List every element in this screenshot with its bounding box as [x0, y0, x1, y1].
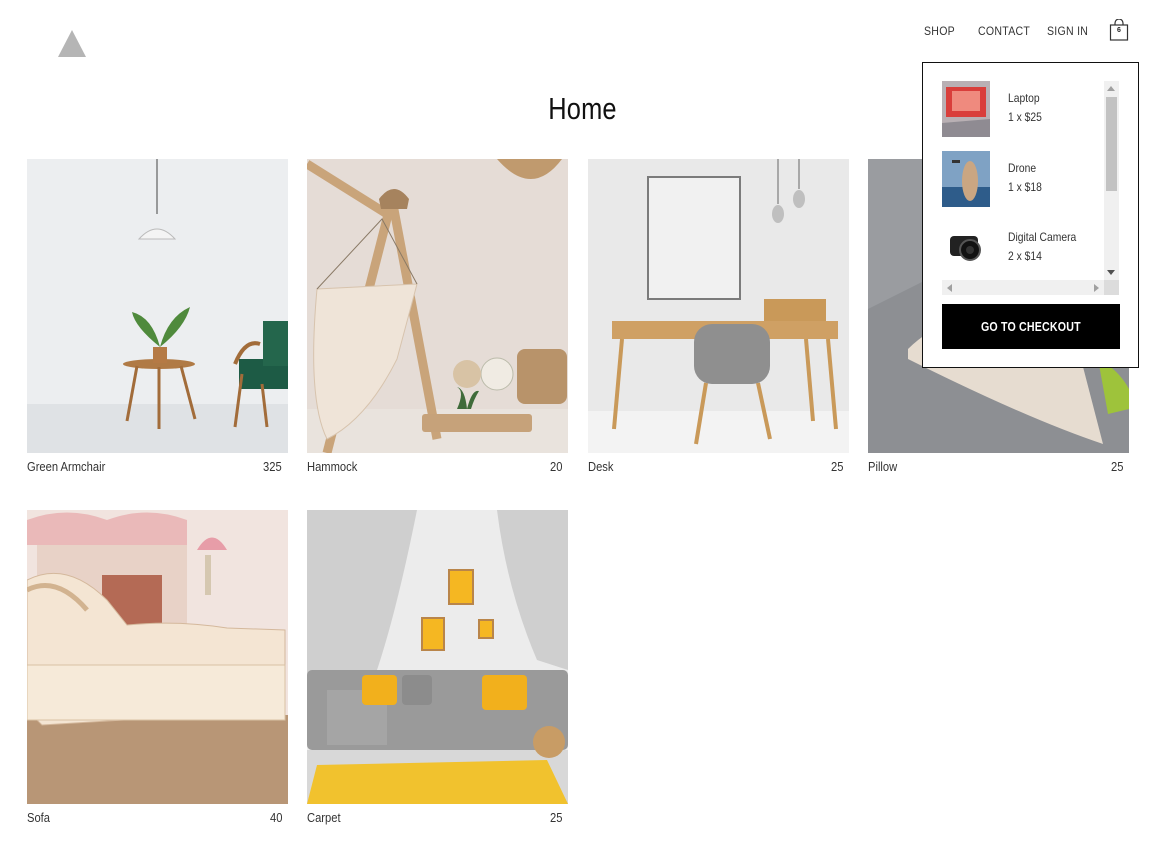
scrollbar-thumb[interactable] — [1106, 97, 1117, 191]
scrollbar-corner — [1104, 280, 1119, 295]
cart-item-name: Drone — [1008, 161, 1037, 175]
scroll-right-arrow-icon[interactable] — [1094, 284, 1099, 292]
scroll-left-arrow-icon[interactable] — [947, 284, 952, 292]
cart-item-quantity: 2 x $14 — [1008, 249, 1042, 263]
product-card[interactable]: Hammock 20 — [307, 159, 568, 479]
product-price: 25 — [1110, 459, 1123, 474]
product-image-carpet[interactable] — [307, 510, 568, 804]
product-image-desk[interactable] — [588, 159, 849, 453]
product-name[interactable]: Green Armchair — [27, 459, 105, 474]
go-to-checkout-button[interactable]: GO TO CHECKOUT — [942, 304, 1120, 349]
product-price: 325 — [263, 459, 282, 474]
product-price: 25 — [549, 810, 562, 825]
cart-item-list[interactable]: Laptop 1 x $25 Drone 1 x $18 Digital Cam… — [942, 81, 1102, 281]
cart-dropdown: Laptop 1 x $25 Drone 1 x $18 Digital Cam… — [922, 62, 1139, 368]
cart-item[interactable]: Laptop 1 x $25 — [942, 81, 1102, 137]
cart-item[interactable]: Drone 1 x $18 — [942, 151, 1102, 207]
cart-item-name: Digital Camera — [1008, 230, 1077, 244]
nav-sign-in-link[interactable]: SIGN IN — [1047, 22, 1088, 40]
nav-shop-link[interactable]: SHOP — [924, 22, 955, 40]
product-image-armchair[interactable] — [27, 159, 288, 453]
logo-triangle[interactable] — [58, 30, 86, 57]
product-price: 20 — [549, 459, 562, 474]
product-name[interactable]: Hammock — [307, 459, 357, 474]
product-image-sofa[interactable] — [27, 510, 288, 804]
page-title: Home — [548, 91, 617, 126]
nav-contact-link[interactable]: CONTACT — [978, 22, 1030, 40]
product-price: 25 — [830, 459, 843, 474]
product-card[interactable]: Desk 25 — [588, 159, 849, 479]
product-price: 40 — [269, 810, 282, 825]
cart-vertical-scrollbar[interactable] — [1104, 81, 1119, 280]
product-name[interactable]: Sofa — [27, 810, 50, 825]
cart-item[interactable]: Digital Camera 2 x $14 — [942, 220, 1102, 276]
cart-item-image-laptop — [942, 81, 990, 137]
cart-item-quantity: 1 x $18 — [1008, 180, 1042, 194]
cart-count-badge: 6 — [1117, 27, 1121, 34]
product-image-hammock[interactable] — [307, 159, 568, 453]
cart-item-name: Laptop — [1008, 91, 1040, 105]
checkout-label: GO TO CHECKOUT — [981, 319, 1081, 334]
scroll-up-arrow-icon[interactable] — [1107, 86, 1115, 91]
cart-item-image-camera — [942, 220, 990, 276]
product-name[interactable]: Pillow — [868, 459, 897, 474]
product-card[interactable]: Sofa 40 — [27, 510, 288, 830]
product-name[interactable]: Carpet — [307, 810, 341, 825]
shopping-bag-icon[interactable]: 6 — [1109, 19, 1129, 41]
scroll-down-arrow-icon[interactable] — [1107, 270, 1115, 275]
cart-item-quantity: 1 x $25 — [1008, 110, 1042, 124]
product-card[interactable]: Green Armchair 325 — [27, 159, 288, 479]
cart-item-image-drone — [942, 151, 990, 207]
cart-horizontal-scrollbar[interactable] — [942, 280, 1104, 295]
product-card[interactable]: Carpet 25 — [307, 510, 568, 830]
product-name[interactable]: Desk — [588, 459, 613, 474]
